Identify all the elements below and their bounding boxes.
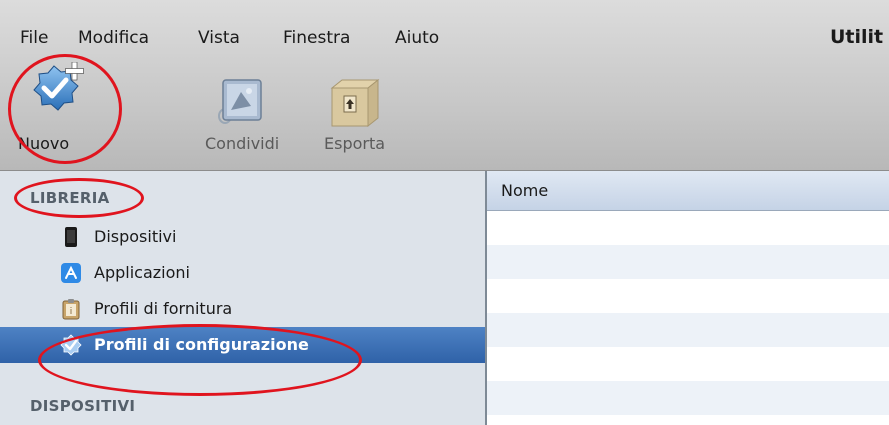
devices-section-header: DISPOSITIVI <box>30 397 136 415</box>
column-header-nome[interactable]: Nome <box>487 171 889 211</box>
menu-modifica[interactable]: Modifica <box>78 28 149 48</box>
menu-file[interactable]: File <box>20 28 48 48</box>
library-section-header: LIBRERIA <box>30 189 110 207</box>
export-button[interactable]: Esporta <box>318 60 398 160</box>
app-title: Utilit <box>830 26 884 48</box>
share-button-label: Condividi <box>205 134 280 153</box>
list-row[interactable] <box>487 211 889 245</box>
list-row[interactable] <box>487 347 889 381</box>
share-button[interactable]: Condividi <box>205 60 305 160</box>
new-button-label: Nuovo <box>18 134 70 153</box>
new-button[interactable]: Nuovo <box>8 60 104 160</box>
menu-vista[interactable]: Vista <box>198 28 240 48</box>
column-header-label: Nome <box>501 181 549 200</box>
sidebar-item-label: Applicazioni <box>94 263 190 282</box>
sidebar-item-label: Dispositivi <box>94 227 177 246</box>
sidebar-item-profili-fornitura[interactable]: i Profili di fornitura <box>0 291 485 327</box>
svg-text:i: i <box>70 307 73 317</box>
sidebar-item-profili-configurazione[interactable]: Profili di configurazione <box>0 327 485 363</box>
export-icon <box>330 78 380 128</box>
share-icon <box>218 79 262 124</box>
sidebar-item-dispositivi[interactable]: Dispositivi <box>0 219 485 255</box>
list-row[interactable] <box>487 381 889 415</box>
new-profile-icon <box>33 62 84 111</box>
sidebar-item-label: Profili di fornitura <box>94 299 233 318</box>
device-icon <box>65 227 77 247</box>
configuration-profile-icon <box>60 334 82 356</box>
sidebar: LIBRERIA Dispositivi Applicazioni i Prof… <box>0 171 487 425</box>
sidebar-item-label: Profili di configurazione <box>94 335 309 354</box>
toolbar-area: File Modifica Vista Finestra Aiuto Utili… <box>0 0 889 171</box>
export-button-label: Esporta <box>324 134 386 153</box>
sidebar-item-applicazioni[interactable]: Applicazioni <box>0 255 485 291</box>
list-row[interactable] <box>487 245 889 279</box>
list-row[interactable] <box>487 279 889 313</box>
menu-finestra[interactable]: Finestra <box>283 28 350 48</box>
menu-aiuto[interactable]: Aiuto <box>395 28 439 48</box>
app-store-icon <box>61 263 81 283</box>
profiles-list: Nome <box>487 171 889 425</box>
list-row[interactable] <box>487 313 889 347</box>
provisioning-profile-icon: i <box>62 299 80 320</box>
